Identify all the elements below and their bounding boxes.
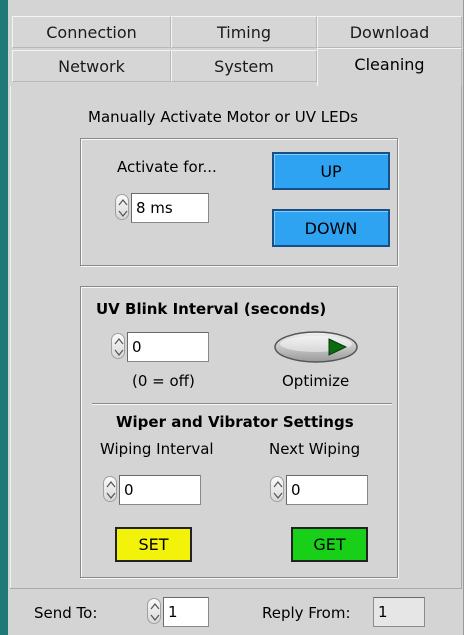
down-button[interactable]: DOWN: [272, 209, 390, 247]
window: Connection Timing Download Network Syste…: [0, 0, 474, 635]
tab-download[interactable]: Download: [317, 16, 462, 48]
set-button[interactable]: SET: [115, 527, 192, 562]
uv-blink-input[interactable]: 0: [127, 332, 209, 362]
wiping-interval-label: Wiping Interval: [100, 440, 214, 458]
wiping-interval-input[interactable]: 0: [119, 475, 201, 505]
window-edge: [0, 0, 8, 635]
manual-section-title: Manually Activate Motor or UV LEDs: [88, 108, 358, 126]
next-wiping-input[interactable]: 0: [286, 475, 368, 505]
tab-network[interactable]: Network: [12, 50, 171, 82]
stepper-arrows-icon: [114, 338, 124, 356]
toggle-switch-icon: [274, 331, 358, 363]
get-button[interactable]: GET: [291, 527, 368, 562]
uv-blink-title: UV Blink Interval (seconds): [96, 300, 327, 318]
optimize-label: Optimize: [282, 372, 350, 390]
wiper-settings-title: Wiper and Vibrator Settings: [116, 413, 354, 431]
stepper-arrows-icon: [273, 481, 283, 499]
stepper-arrows-icon: [150, 603, 160, 621]
next-wiping-stepper[interactable]: [270, 476, 284, 502]
tab-system[interactable]: System: [171, 50, 317, 82]
section-divider: [92, 403, 392, 404]
send-to-label: Send To:: [34, 604, 98, 622]
up-button[interactable]: UP: [272, 152, 390, 190]
send-to-stepper[interactable]: [147, 598, 161, 624]
tab-content-bottom-border: [10, 588, 462, 589]
tab-timing[interactable]: Timing: [171, 16, 317, 48]
optimize-toggle[interactable]: [273, 330, 359, 364]
uv-blink-hint: (0 = off): [132, 372, 195, 390]
wiping-interval-stepper[interactable]: [103, 476, 117, 502]
tab-cleaning[interactable]: Cleaning: [317, 48, 462, 86]
stepper-arrows-icon: [106, 481, 116, 499]
reply-from-value: 1: [373, 597, 425, 627]
next-wiping-label: Next Wiping: [269, 440, 361, 458]
tab-connection[interactable]: Connection: [12, 16, 171, 48]
activate-for-label: Activate for...: [117, 158, 217, 176]
send-to-input[interactable]: 1: [163, 597, 209, 627]
stepper-arrows-icon: [118, 199, 128, 217]
activate-duration-input[interactable]: 8 ms: [131, 193, 209, 223]
activate-stepper[interactable]: [115, 194, 129, 220]
reply-from-label: Reply From:: [262, 604, 351, 622]
uv-blink-stepper[interactable]: [111, 333, 125, 359]
